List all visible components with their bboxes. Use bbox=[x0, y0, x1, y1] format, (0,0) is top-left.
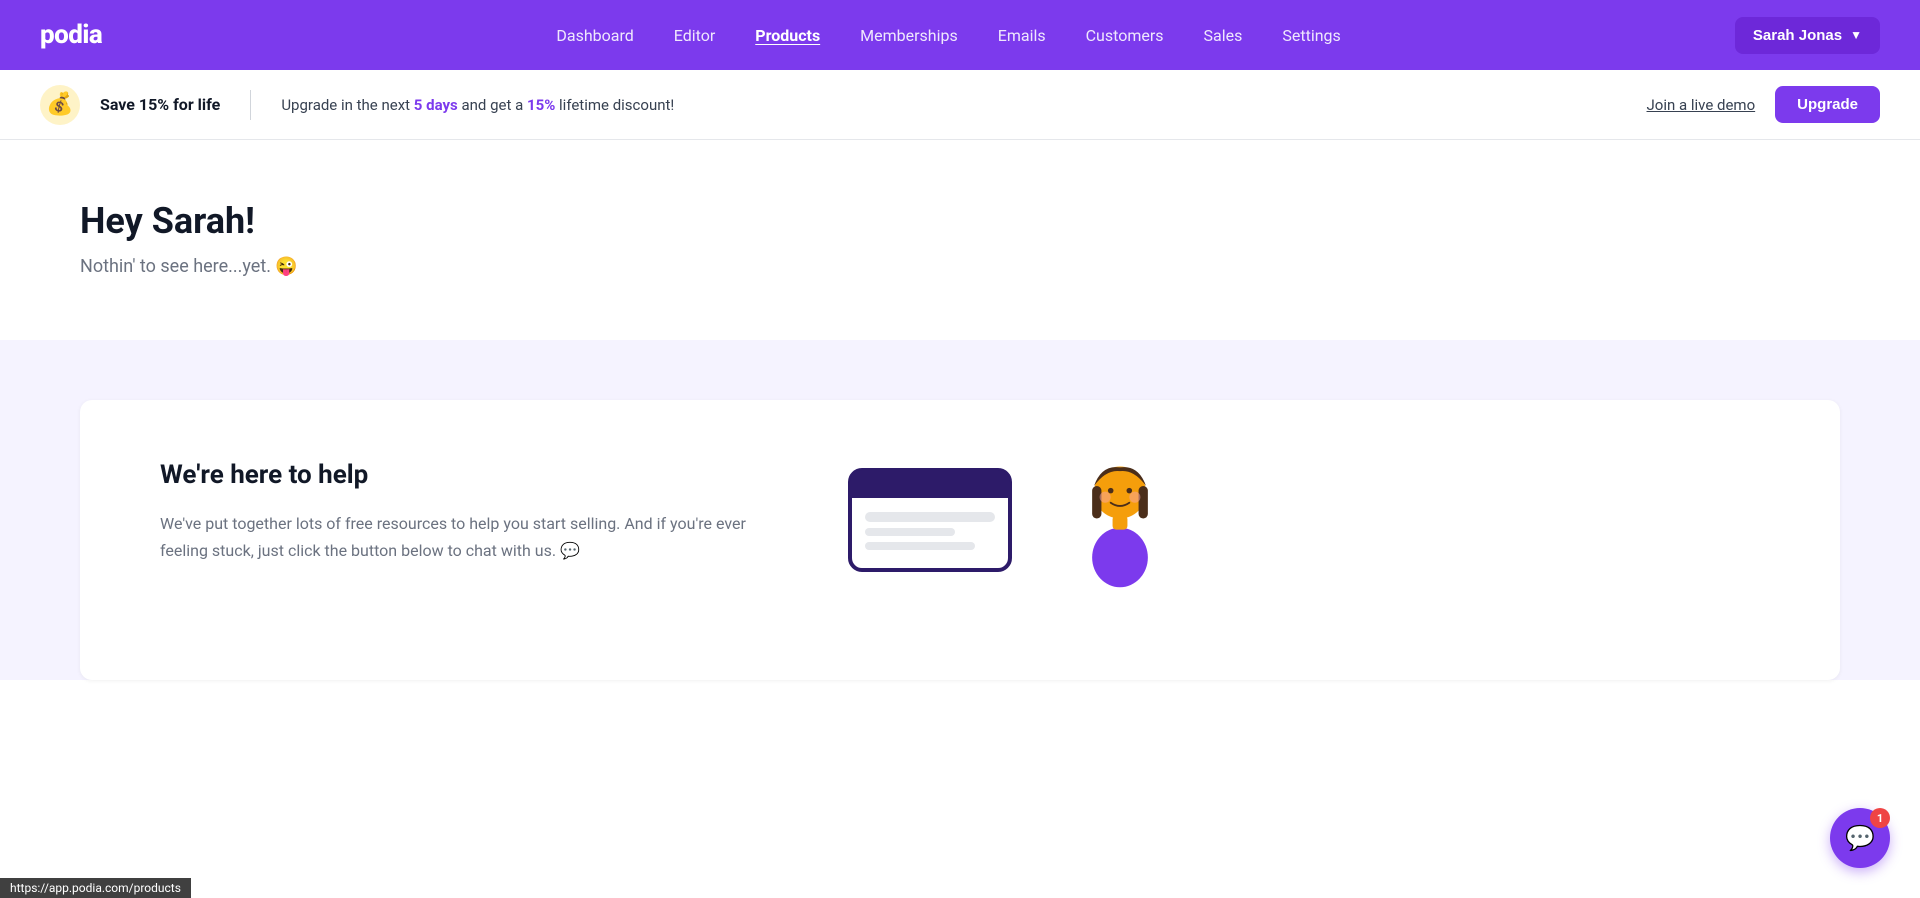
promo-banner: 💰 Save 15% for life Upgrade in the next … bbox=[0, 70, 1920, 140]
banner-text-suffix: lifetime discount! bbox=[555, 96, 674, 114]
banner-text: Upgrade in the next 5 days and get a 15%… bbox=[281, 96, 674, 114]
banner-text-middle: and get a bbox=[458, 96, 527, 114]
nav-link-settings[interactable]: Settings bbox=[1262, 18, 1360, 53]
banner-text-prefix: Upgrade in the next bbox=[281, 96, 413, 114]
banner-divider bbox=[250, 90, 251, 120]
help-card: We're here to help We've put together lo… bbox=[80, 400, 1840, 680]
chat-button[interactable]: 💬 1 bbox=[1830, 808, 1890, 868]
user-menu-button[interactable]: Sarah Jonas ▼ bbox=[1735, 17, 1880, 54]
page-subtext: Nothin' to see here...yet. 😜 bbox=[80, 256, 1840, 277]
help-description: We've put together lots of free resource… bbox=[160, 510, 760, 564]
help-text-block: We're here to help We've put together lo… bbox=[160, 460, 760, 624]
help-illustrations bbox=[840, 460, 1180, 590]
nav-link-editor[interactable]: Editor bbox=[654, 18, 735, 53]
nav-link-customers[interactable]: Customers bbox=[1066, 18, 1184, 53]
money-icon: 💰 bbox=[40, 85, 80, 125]
nav-link-emails[interactable]: Emails bbox=[978, 18, 1066, 53]
banner-days-highlight: 5 days bbox=[414, 96, 458, 114]
nav-link-sales[interactable]: Sales bbox=[1184, 18, 1263, 53]
chevron-down-icon: ▼ bbox=[1850, 28, 1862, 42]
nav-link-dashboard[interactable]: Dashboard bbox=[536, 18, 653, 53]
help-title: We're here to help bbox=[160, 460, 760, 490]
banner-pct-highlight: 15% bbox=[527, 96, 555, 114]
nav-link-memberships[interactable]: Memberships bbox=[840, 18, 978, 53]
nav-link-products[interactable]: Products bbox=[735, 18, 840, 53]
page-greeting: Hey Sarah! bbox=[80, 200, 1840, 242]
person-illustration bbox=[1060, 460, 1180, 590]
join-live-demo-link[interactable]: Join a live demo bbox=[1647, 96, 1756, 114]
help-section: We're here to help We've put together lo… bbox=[0, 340, 1920, 680]
chat-notification-badge: 1 bbox=[1870, 808, 1890, 828]
chat-icon: 💬 bbox=[1845, 824, 1875, 852]
banner-actions: Join a live demo Upgrade bbox=[1647, 86, 1880, 123]
main-content: Hey Sarah! Nothin' to see here...yet. 😜 bbox=[0, 140, 1920, 340]
navbar: podia Dashboard Editor Products Membersh… bbox=[0, 0, 1920, 70]
user-name-label: Sarah Jonas bbox=[1753, 27, 1842, 44]
logo[interactable]: podia bbox=[40, 20, 102, 50]
banner-title: Save 15% for life bbox=[100, 95, 220, 114]
upgrade-button[interactable]: Upgrade bbox=[1775, 86, 1880, 123]
status-bar: https://app.podia.com/products bbox=[0, 878, 191, 898]
laptop-illustration bbox=[840, 460, 1020, 590]
nav-links: Dashboard Editor Products Memberships Em… bbox=[162, 18, 1735, 53]
